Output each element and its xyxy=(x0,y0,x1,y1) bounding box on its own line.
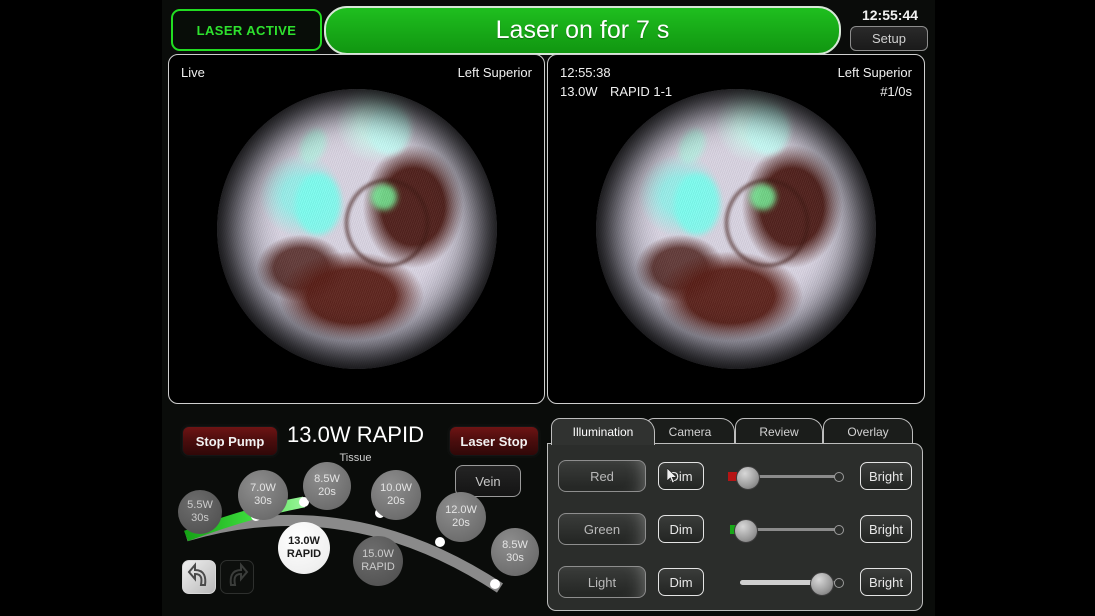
system-clock: 12:55:44 xyxy=(861,7,919,23)
endoscopic-image-reference xyxy=(596,89,876,369)
slider-knob-light[interactable] xyxy=(810,572,834,596)
preset-bubble[interactable]: 8.5W 30s xyxy=(491,528,539,576)
illumination-row-light: Light Dim Bright xyxy=(558,564,912,600)
settings-panel: Illumination Camera Review Overlay Red D… xyxy=(547,408,923,612)
tab-overlay[interactable]: Overlay xyxy=(823,418,913,445)
undo-arrow-icon[interactable] xyxy=(182,560,216,594)
top-status-bar: LASER ACTIVE Laser on for 7 s 12:55:44 S… xyxy=(162,0,935,56)
dim-button-green[interactable]: Dim xyxy=(658,515,704,543)
slider-endcap xyxy=(834,472,844,482)
endoscopic-image-live xyxy=(216,89,497,369)
laser-console-app: LASER ACTIVE Laser on for 7 s 12:55:44 S… xyxy=(162,0,935,616)
current-power-title: 13.0W RAPID xyxy=(287,422,424,447)
tab-bar: Illumination Camera Review Overlay xyxy=(547,418,923,445)
redo-arrow-icon[interactable] xyxy=(220,560,254,594)
laser-active-label: LASER ACTIVE xyxy=(196,22,297,38)
illumination-row-green: Green Dim Bright xyxy=(558,511,912,547)
reference-counter: #1/0s xyxy=(880,84,912,99)
live-video-panel[interactable]: Live Left Superior xyxy=(168,54,545,404)
reference-mode: RAPID 1-1 xyxy=(610,84,673,99)
live-source-label: Live xyxy=(181,65,205,80)
reference-power: 13.0W xyxy=(560,84,598,99)
brightness-slider-red[interactable] xyxy=(718,463,850,490)
slider-knob-red[interactable] xyxy=(736,466,760,490)
tab-illumination[interactable]: Illumination xyxy=(551,418,655,445)
dim-button-light[interactable]: Dim xyxy=(658,568,704,596)
laser-active-indicator: LASER ACTIVE xyxy=(171,9,322,51)
tab-camera[interactable]: Camera xyxy=(645,418,735,445)
preset-bubble[interactable]: 12.0W 20s xyxy=(436,492,486,542)
illumination-row-red: Red Dim Bright xyxy=(558,458,912,494)
bright-button-red[interactable]: Bright xyxy=(860,462,912,490)
tab-review[interactable]: Review xyxy=(735,418,823,445)
preset-bubble[interactable]: 10.0W 20s xyxy=(371,470,421,520)
preset-bubble[interactable]: 15.0W RAPID xyxy=(353,536,403,586)
preset-bubble-selected[interactable]: 13.0W RAPID xyxy=(278,522,330,574)
slider-endcap xyxy=(834,525,844,535)
bright-button-green[interactable]: Bright xyxy=(860,515,912,543)
channel-button-red[interactable]: Red xyxy=(558,460,646,492)
illumination-tab-body: Red Dim Bright Green Dim Bright Light Di… xyxy=(547,443,923,611)
reference-video-panel[interactable]: 12:55:38 13.0W RAPID 1-1 Left Superior #… xyxy=(547,54,925,404)
bright-button-light[interactable]: Bright xyxy=(860,568,912,596)
preset-bubble[interactable]: 8.5W 20s xyxy=(303,462,351,510)
power-preset-arc[interactable]: 5.5W 30s 7.0W 30s 8.5W 20s 10.0W 20s 12.0W 20… xyxy=(168,460,543,612)
slider-knob-green[interactable] xyxy=(734,519,758,543)
live-position-label: Left Superior xyxy=(457,65,532,80)
laser-status-banner: Laser on for 7 s xyxy=(324,6,841,55)
preset-bubble[interactable]: 7.0W 30s xyxy=(238,470,288,520)
reference-position-label: Left Superior xyxy=(837,65,912,80)
setup-button[interactable]: Setup xyxy=(850,26,928,51)
setup-button-label: Setup xyxy=(872,31,906,46)
laser-banner-text: Laser on for 7 s xyxy=(495,16,670,44)
brightness-slider-light[interactable] xyxy=(718,569,850,596)
slider-endcap xyxy=(834,578,844,588)
preset-bubble[interactable]: 5.5W 30s xyxy=(178,490,222,534)
channel-button-green[interactable]: Green xyxy=(558,513,646,545)
channel-button-light[interactable]: Light xyxy=(558,566,646,598)
laser-control-area: Stop Pump Laser Stop Vein 13.0W RAPID Ti… xyxy=(168,408,543,612)
brightness-slider-green[interactable] xyxy=(718,516,850,543)
dim-button-red[interactable]: Dim xyxy=(658,462,704,490)
reference-timestamp: 12:55:38 xyxy=(560,65,611,80)
